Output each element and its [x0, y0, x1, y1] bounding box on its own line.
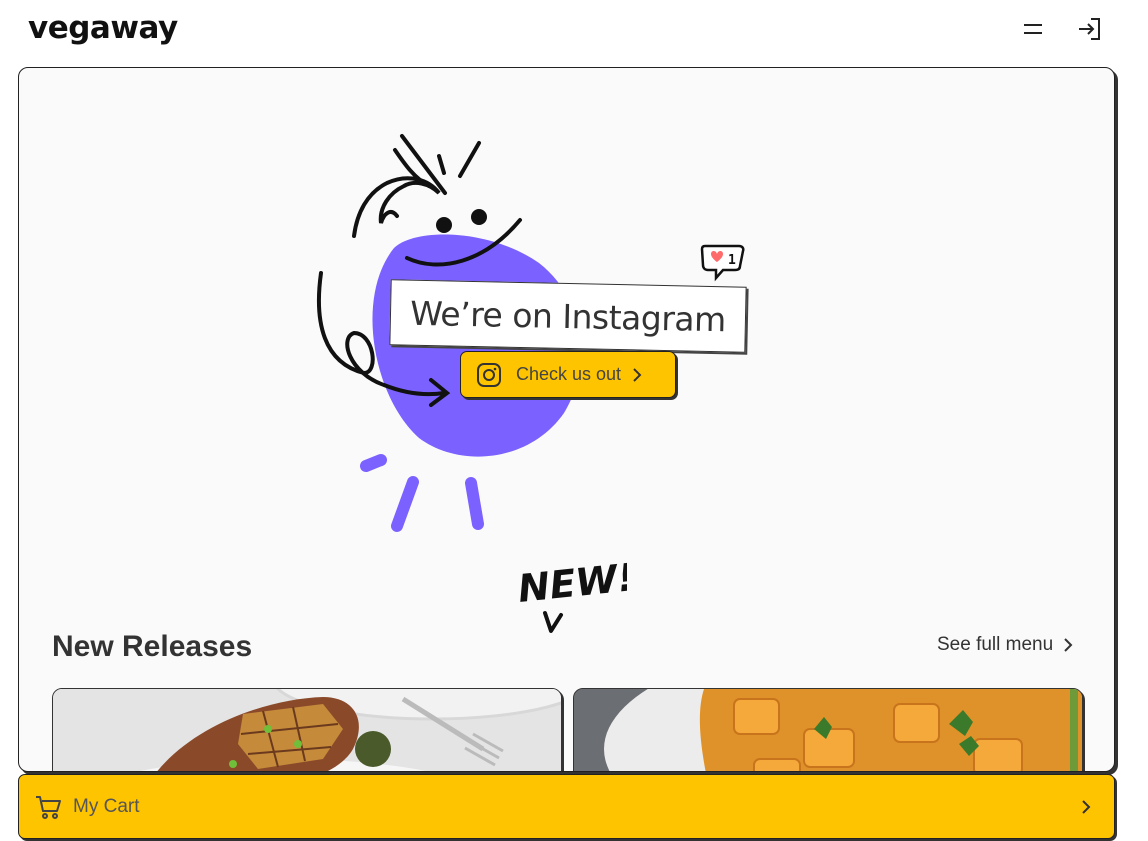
new-releases-title: New Releases	[52, 630, 253, 663]
chevron-right-icon	[633, 367, 642, 382]
main-card: 1 We’re on Instagram Check us out NEW! N…	[18, 67, 1115, 772]
eggplant-dish-image	[53, 689, 561, 771]
menu-icon	[1024, 24, 1042, 34]
chevron-right-icon	[1064, 638, 1073, 652]
see-full-menu-label: See full menu	[937, 634, 1054, 655]
release-card-eggplant[interactable]	[52, 688, 562, 771]
new-tag-text: NEW!	[517, 555, 627, 611]
login-icon	[1079, 18, 1100, 40]
curry-dish-image	[574, 689, 1082, 771]
new-tag-caret	[543, 611, 563, 633]
see-full-menu-link[interactable]: See full menu	[937, 633, 1074, 657]
instagram-label-text: We’re on Instagram	[409, 293, 727, 339]
like-count: 1	[728, 253, 736, 268]
new-tag: NEW!	[517, 555, 627, 633]
check-us-out-label: Check us out	[516, 364, 622, 384]
top-bar: vegaway	[0, 0, 1148, 62]
eye-right	[471, 209, 487, 225]
release-card-curry[interactable]	[573, 688, 1083, 771]
instagram-icon	[477, 362, 501, 387]
cart-icon	[36, 796, 61, 819]
eye-left	[436, 217, 452, 233]
motion-lines	[360, 454, 484, 532]
check-us-out-button[interactable]: Check us out	[460, 351, 676, 398]
chevron-right-icon	[1082, 800, 1091, 814]
logo[interactable]: vegaway	[28, 10, 178, 46]
menu-button[interactable]	[1018, 16, 1048, 42]
login-button[interactable]	[1074, 15, 1104, 43]
like-bubble: 1	[700, 244, 745, 282]
hero-illustration: 1	[316, 134, 745, 532]
my-cart-label: My Cart	[73, 796, 140, 817]
instagram-label: We’re on Instagram	[389, 279, 747, 353]
my-cart-bar[interactable]: My Cart	[18, 774, 1115, 839]
